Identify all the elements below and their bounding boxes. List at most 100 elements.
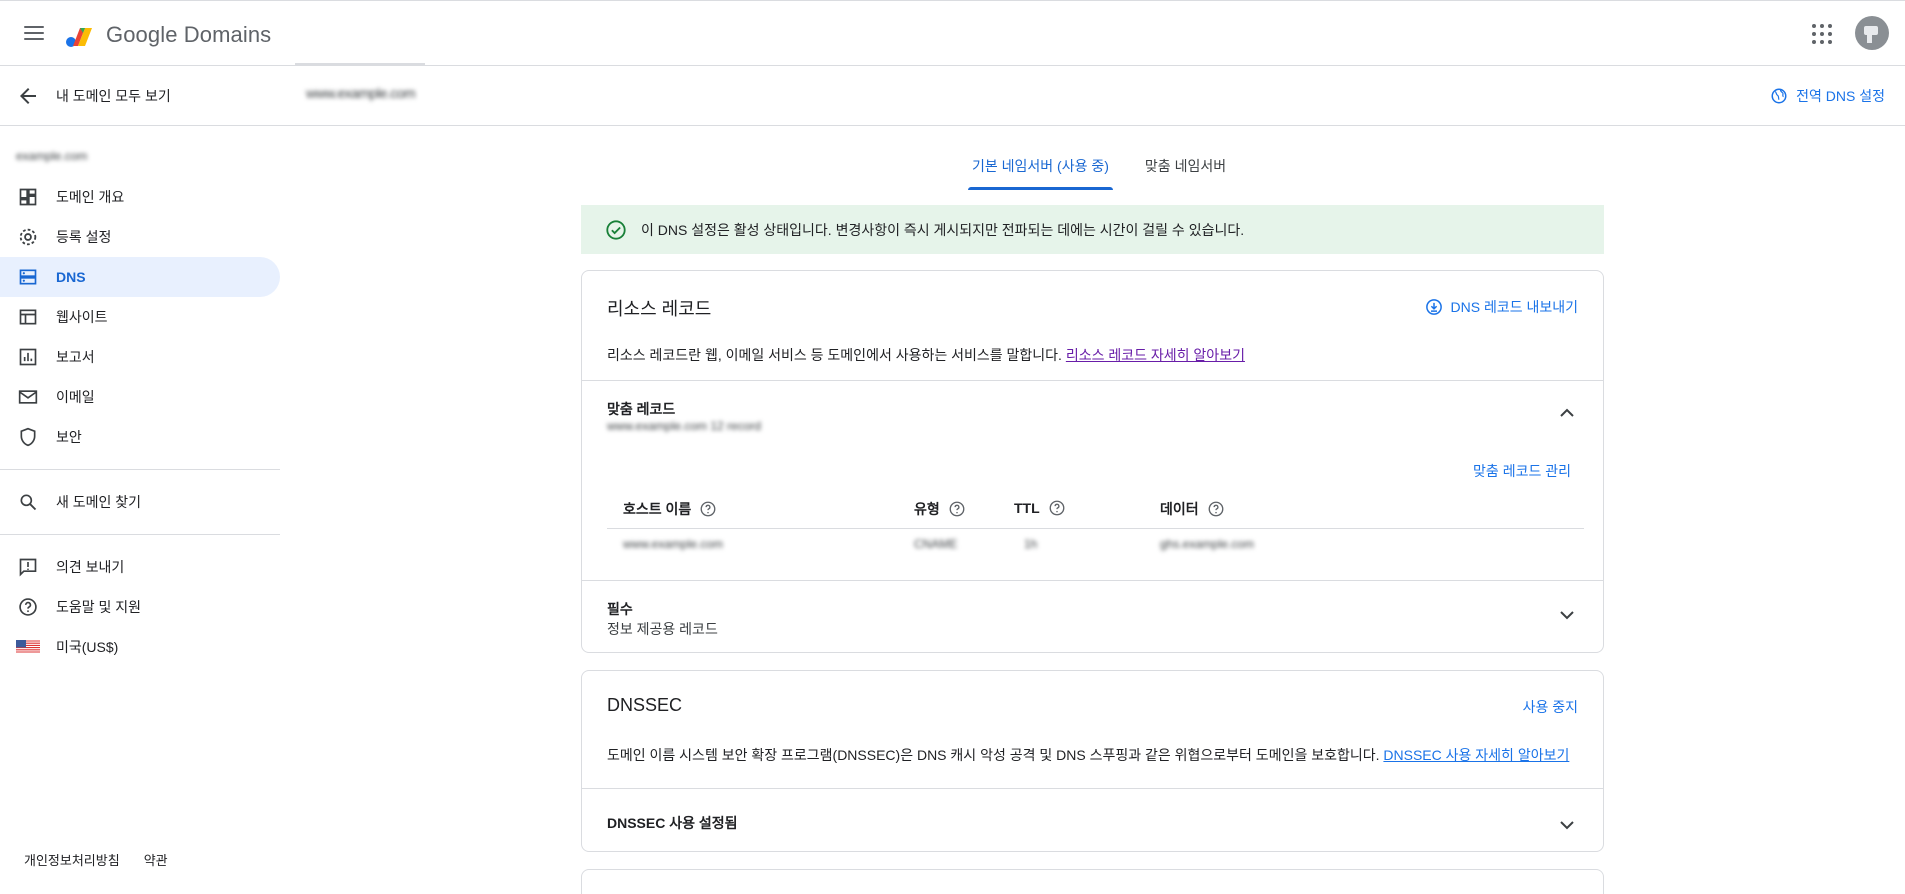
sidebar-item-reports[interactable]: 보고서 [0,337,280,377]
dnssec-description-text: 도메인 이름 시스템 보안 확장 프로그램(DNSSEC)은 DNS 캐시 악성… [607,747,1380,763]
dns-icon [16,265,40,289]
resource-records-description-text: 리소스 레코드란 웹, 이메일 서비스 등 도메인에서 사용하는 서비스를 말합… [607,347,1062,363]
feedback-icon [16,555,40,579]
domain-header-rule [295,63,425,65]
sidebar-item-label: 의견 보내기 [56,559,125,575]
column-header-ttl: TTL [1014,499,1066,517]
sidebar-item-label: 도메인 개요 [56,189,125,205]
dns-active-banner: 이 DNS 설정은 활성 상태입니다. 변경사항이 즉시 게시되지만 전파되는 … [581,205,1604,254]
required-records-subtitle: 정보 제공용 레코드 [607,621,718,637]
record-data-cell: ghs.example.com [1160,537,1255,551]
export-dns-records-label: DNS 레코드 내보내기 [1450,299,1579,315]
sidebar-item-find-domain[interactable]: 새 도메인 찾기 [0,482,280,522]
sidebar-domain-name: example.com [16,149,88,163]
sidebar-item-feedback[interactable]: 의견 보내기 [0,547,280,587]
domain-header: 내 도메인 모두 보기 www.example.com 전역 DNS 설정 [0,63,1905,126]
help-icon [16,595,40,619]
sidebar-item-website[interactable]: 웹사이트 [0,297,280,337]
sidebar-item-label: 이메일 [56,389,95,405]
tab-default-nameservers[interactable]: 기본 네임서버 (사용 중) [968,152,1113,190]
custom-records-title: 맞춤 레코드 [607,401,676,417]
record-type-cell: CNAME [914,537,958,551]
sidebar-footer: 개인정보처리방침 약관 [24,850,168,869]
arrow-back-icon [20,88,36,104]
sidebar-item-label: 보안 [56,429,82,445]
gear-icon [16,225,40,249]
sidebar-item-overview[interactable]: 도메인 개요 [0,177,280,217]
apps-grid-icon[interactable] [1808,20,1836,48]
top-app-bar: Google Domains [0,0,1905,66]
chevron-down-icon[interactable] [1555,603,1579,627]
bar-chart-icon [16,345,40,369]
account-avatar[interactable] [1855,16,1889,50]
sidebar: example.com 도메인 개요 등록 설정 DNS 웹사이트 보고서 이메… [0,127,280,894]
record-host-cell: www.example.com [623,537,724,551]
app-title: Google Domains [106,22,272,47]
sidebar-divider [0,469,280,470]
column-header-data: 데이터 [1160,499,1225,519]
column-header-label: 유형 [914,501,940,517]
disable-dnssec-button[interactable]: 사용 중지 [1523,697,1578,717]
help-icon[interactable] [1207,500,1225,518]
sidebar-item-label: 등록 설정 [56,229,112,245]
sidebar-item-label: 도움말 및 지원 [56,599,142,615]
us-flag-icon [16,635,40,659]
custom-records-subtitle: www.example.com 12 record [607,419,762,433]
dnssec-learn-more-link[interactable]: DNSSEC 사용 자세히 알아보기 [1383,747,1569,763]
dnssec-title: DNSSEC [607,695,683,715]
banner-text: 이 DNS 설정은 활성 상태입니다. 변경사항이 즉시 게시되지만 전파되는 … [641,221,1245,238]
column-header-label: 호스트 이름 [623,501,692,517]
help-icon[interactable] [1048,499,1066,517]
sidebar-item-help[interactable]: 도움말 및 지원 [0,587,280,627]
privacy-policy-link[interactable]: 개인정보처리방침 [24,850,120,869]
resource-records-card: 리소스 레코드 DNS 레코드 내보내기 리소스 레코드란 웹, 이메일 서비스… [581,270,1604,653]
sidebar-item-dns[interactable]: DNS [0,257,280,297]
web-icon [16,305,40,329]
sidebar-item-registration[interactable]: 등록 설정 [0,217,280,257]
chevron-up-icon[interactable] [1555,401,1579,425]
back-to-domains-link[interactable]: 내 도메인 모두 보기 [16,82,171,110]
sidebar-item-label: 웹사이트 [56,309,108,325]
export-dns-records-button[interactable]: DNS 레코드 내보내기 [1425,297,1579,317]
tab-custom-nameservers[interactable]: 맞춤 네임서버 [1141,152,1230,190]
hamburger-icon[interactable] [22,22,46,46]
domain-title: www.example.com [306,85,416,101]
card-separator [582,580,1603,581]
globe-icon [1771,88,1787,104]
shield-icon [16,425,40,449]
google-domains-logo-icon [66,28,92,47]
terms-link[interactable]: 약관 [144,850,168,869]
chevron-down-icon[interactable] [1555,813,1579,837]
dnssec-description: 도메인 이름 시스템 보안 확장 프로그램(DNSSEC)은 DNS 캐시 악성… [607,745,1569,765]
global-dns-label: 전역 DNS 설정 [1796,88,1885,104]
check-circle-icon [606,219,626,240]
required-records-title: 필수 [607,601,633,617]
sidebar-item-label: 새 도메인 찾기 [56,494,142,510]
column-header-label: TTL [1014,500,1040,516]
sidebar-item-label: 미국(US$) [56,639,119,655]
back-link-label: 내 도메인 모두 보기 [56,88,171,104]
column-header-label: 데이터 [1160,501,1199,517]
resource-records-title: 리소스 레코드 [607,299,712,319]
help-icon[interactable] [699,500,717,518]
dnssec-status: DNSSEC 사용 설정됨 [607,815,738,831]
column-header-host: 호스트 이름 [623,499,717,519]
manage-custom-records-link[interactable]: 맞춤 레코드 관리 [1473,461,1571,481]
global-dns-settings-link[interactable]: 전역 DNS 설정 [1770,86,1885,106]
table-header-rule [607,528,1584,529]
help-icon[interactable] [948,500,966,518]
dashboard-icon [16,185,40,209]
sidebar-item-security[interactable]: 보안 [0,417,280,457]
resource-records-description: 리소스 레코드란 웹, 이메일 서비스 등 도메인에서 사용하는 서비스를 말합… [607,345,1245,365]
sidebar-item-email[interactable]: 이메일 [0,377,280,417]
nameserver-tabs: 기본 네임서버 (사용 중) 맞춤 네임서버 [968,152,1258,190]
card-separator [582,788,1603,789]
resource-records-learn-more-link[interactable]: 리소스 레코드 자세히 알아보기 [1066,347,1245,363]
download-circle-icon [1425,299,1442,315]
next-card-partial [581,869,1604,894]
sidebar-item-label: 보고서 [56,349,95,365]
mail-icon [16,385,40,409]
sidebar-divider [0,534,280,535]
search-icon [16,490,40,514]
sidebar-item-region[interactable]: 미국(US$) [0,627,280,667]
